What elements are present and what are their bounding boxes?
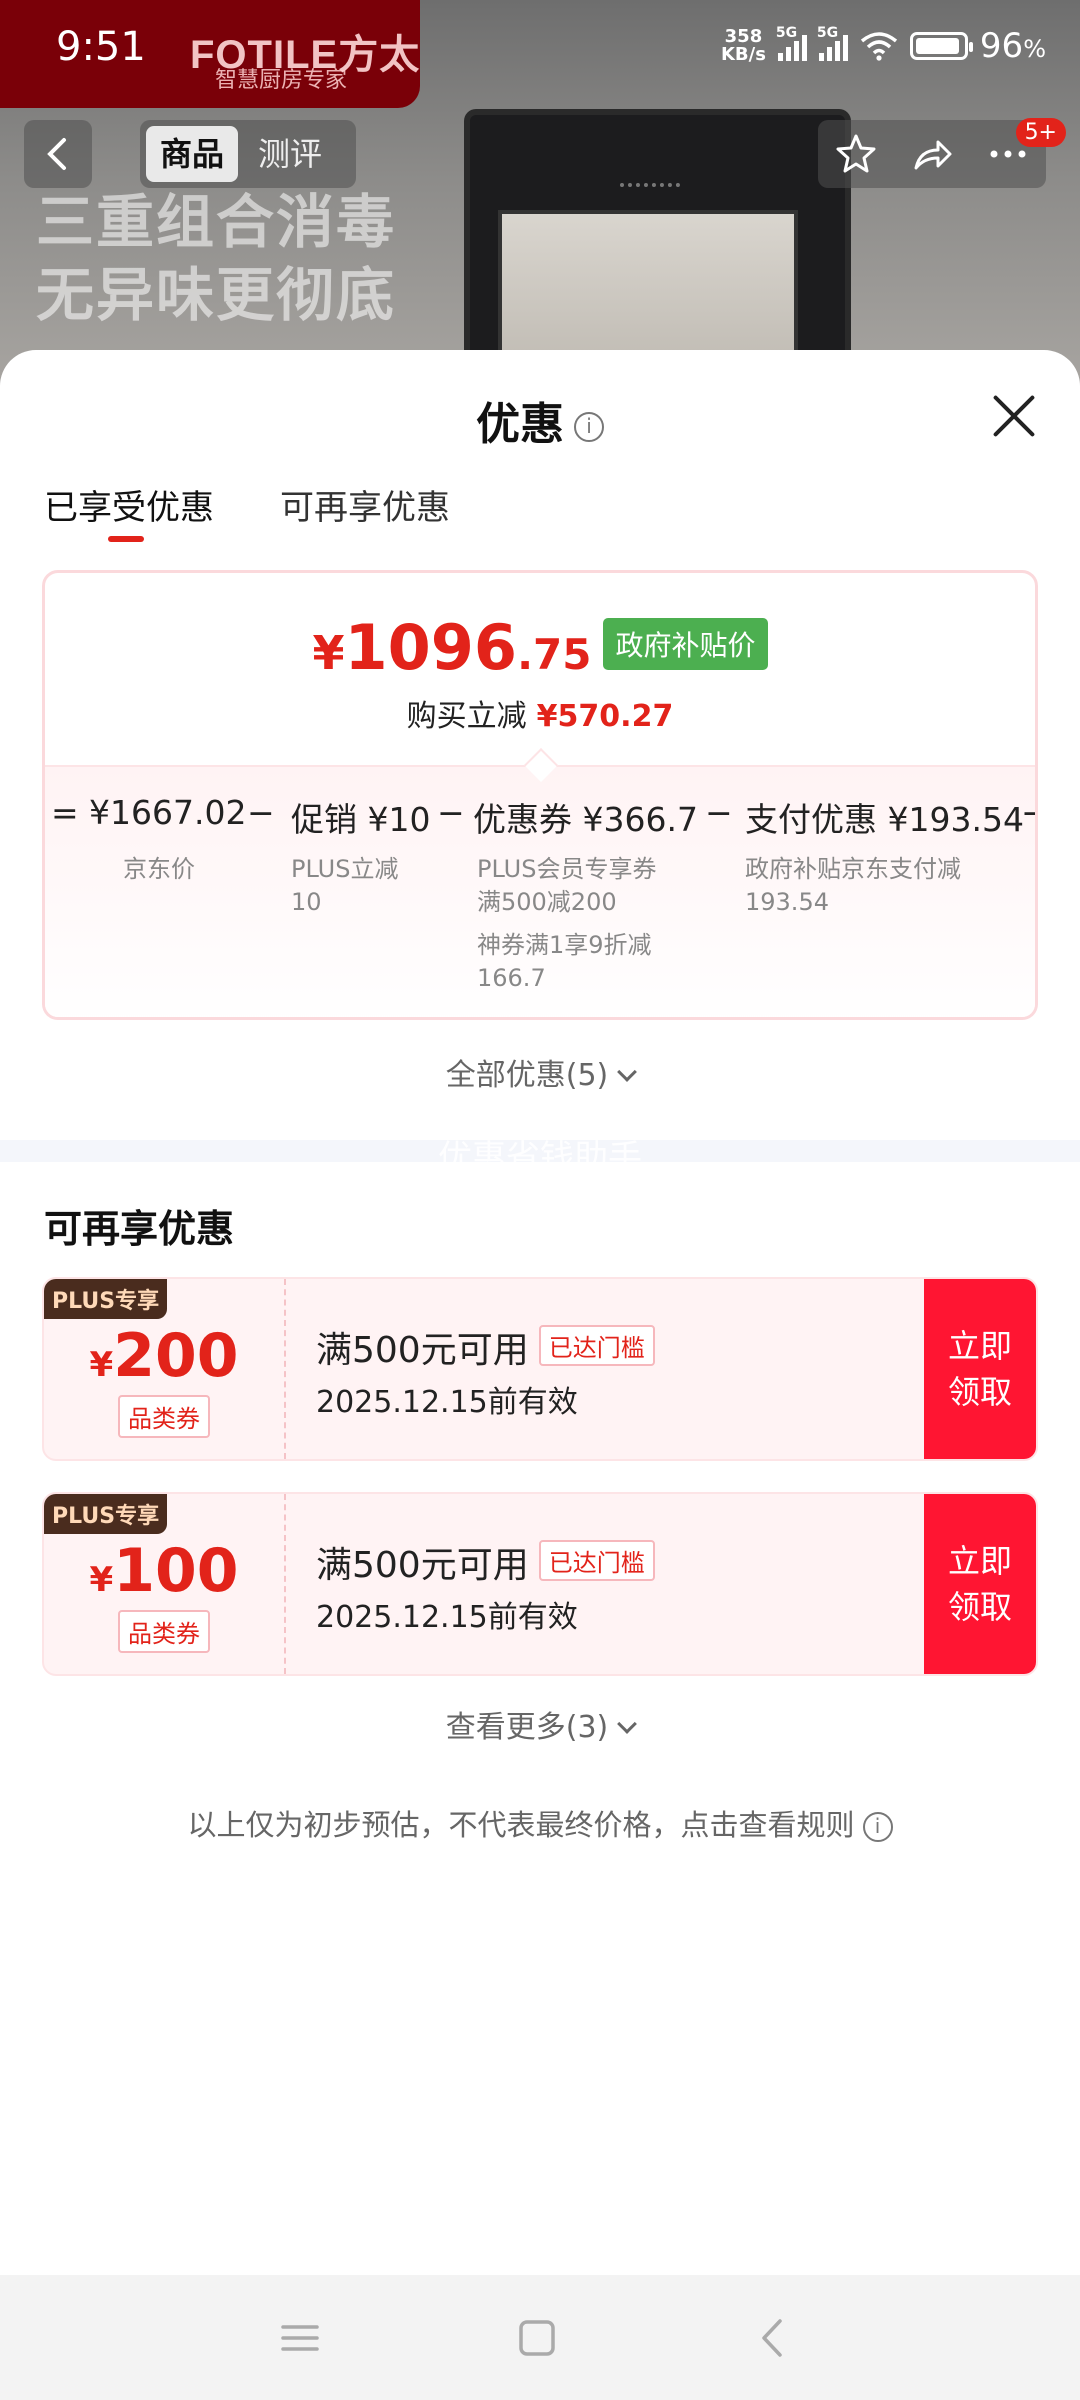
equals-sign: =: [51, 793, 79, 832]
threshold-reached-badge: 已达门槛: [538, 1540, 655, 1581]
coupon-validity: 2025.12.15前有效: [316, 1385, 578, 1420]
coupon-value: ¥200: [89, 1321, 239, 1391]
all-discounts-link[interactable]: 全部优惠(5): [0, 1050, 1080, 1094]
coupon-card: PLUS专享 ¥100 品类券 满500元可用 已达门槛 2025.12.15前有…: [42, 1492, 1038, 1676]
product-actions: [818, 120, 1046, 188]
home-icon[interactable]: [512, 2313, 562, 2363]
plus-badge: PLUS专享: [44, 1279, 168, 1319]
info-icon: i: [862, 1812, 893, 1842]
status-time: 9:51: [56, 24, 146, 70]
minus-sign: −: [437, 793, 465, 832]
coupon-category: 品类券: [118, 1395, 210, 1438]
star-icon[interactable]: [832, 130, 880, 178]
chevron-down-icon: [617, 1714, 638, 1734]
status-bar: 9:51 358 KB/s 5G 5G 96%: [0, 0, 1080, 100]
final-price: ¥1096.75 政府补贴价: [45, 611, 1035, 684]
chevron-down-icon: [617, 1062, 638, 1082]
promo-desc: PLUS立减 10: [291, 855, 399, 916]
payment-discount-desc: 政府补贴京东支付减 193.54: [745, 855, 961, 916]
menu-icon[interactable]: [275, 2313, 325, 2363]
minus-sign: −: [705, 793, 733, 832]
payment-discount-amount: 支付优惠 ¥193.54: [745, 800, 1024, 839]
see-more-link[interactable]: 查看更多(3): [0, 1702, 1080, 1746]
jd-price: ¥1667.02: [89, 793, 247, 832]
instant-reduction: 购买立减 ¥570.27: [406, 699, 674, 734]
promo-line-2: 无异味更彻底: [36, 261, 397, 329]
info-icon[interactable]: i: [574, 412, 604, 442]
plus-badge: PLUS专享: [44, 1494, 168, 1534]
coupon-value: ¥100: [89, 1536, 239, 1606]
product-tabs: 商品 测评: [140, 120, 356, 188]
tab-more-discounts[interactable]: 可再享优惠: [280, 480, 450, 529]
signal-icon-2: 5G: [817, 25, 848, 61]
tab-enjoyed-discounts[interactable]: 已享受优惠: [44, 480, 214, 542]
discount-tabs: 已享受优惠 可再享优惠: [44, 480, 450, 542]
product-nav-bar: 商品 测评 5+: [0, 118, 1080, 192]
tab-review[interactable]: 测评: [244, 126, 336, 182]
watermark: 优惠省钱助手: [438, 1138, 642, 1178]
coupon-condition: 满500元可用 已达门槛: [316, 1321, 655, 1373]
system-nav-bar: [0, 2275, 1080, 2400]
close-button[interactable]: [990, 392, 1038, 440]
minus-sign: −: [247, 793, 275, 832]
battery-level: 96%: [979, 26, 1046, 66]
threshold-reached-badge: 已达门槛: [538, 1325, 655, 1366]
network-speed: 358 KB/s: [720, 26, 766, 65]
promo-amount: 促销 ¥10: [291, 800, 431, 839]
tab-product[interactable]: 商品: [146, 126, 239, 182]
price-breakdown: = ¥1667.02 − 促销 ¥10 − 优惠券 ¥366.7 − 支付优惠 …: [45, 748, 1035, 1017]
battery-icon: [909, 32, 973, 60]
coupon-amount: 优惠券 ¥366.7: [473, 800, 698, 839]
coupon-category: 品类券: [118, 1610, 210, 1653]
claim-coupon-button[interactable]: 立即 领取: [924, 1494, 1036, 1674]
wifi-icon: [860, 32, 898, 61]
price-summary-card: ¥1096.75 政府补贴价 购买立减 ¥570.27 = ¥1667.02 − 促…: [42, 570, 1038, 1020]
claim-coupon-button[interactable]: 立即 领取: [924, 1279, 1036, 1459]
signal-icon: 5G: [776, 25, 807, 61]
message-count-badge: 5+: [1015, 118, 1066, 147]
coupon-validity: 2025.12.15前有效: [316, 1600, 578, 1635]
coupon-card: PLUS专享 ¥200 品类券 满500元可用 已达门槛 2025.12.15前有…: [42, 1277, 1038, 1461]
share-icon[interactable]: [908, 130, 956, 178]
discount-sheet: 优惠 i 已享受优惠 可再享优惠 ¥1096.75 政府补贴价 购买立减 ¥570.2…: [0, 350, 1080, 2275]
section-title: 可再享优惠: [44, 1207, 235, 1251]
jd-price-desc: 京东价: [123, 855, 195, 883]
gov-subsidy-tag: 政府补贴价: [603, 618, 768, 670]
minus-sign: −: [1021, 793, 1035, 832]
chevron-left-icon: [47, 138, 66, 170]
coupon-condition: 满500元可用 已达门槛: [316, 1536, 655, 1588]
coupon-desc: PLUS会员专享券 满500减200 神券满1享9折减 166.7: [477, 855, 657, 992]
sheet-title: 优惠 i: [0, 388, 1080, 452]
back-button[interactable]: [24, 120, 92, 188]
back-icon[interactable]: [748, 2313, 798, 2363]
price-disclaimer[interactable]: 以上仅为初步预估，不代表最终价格，点击查看规则 i: [0, 1802, 1080, 1844]
